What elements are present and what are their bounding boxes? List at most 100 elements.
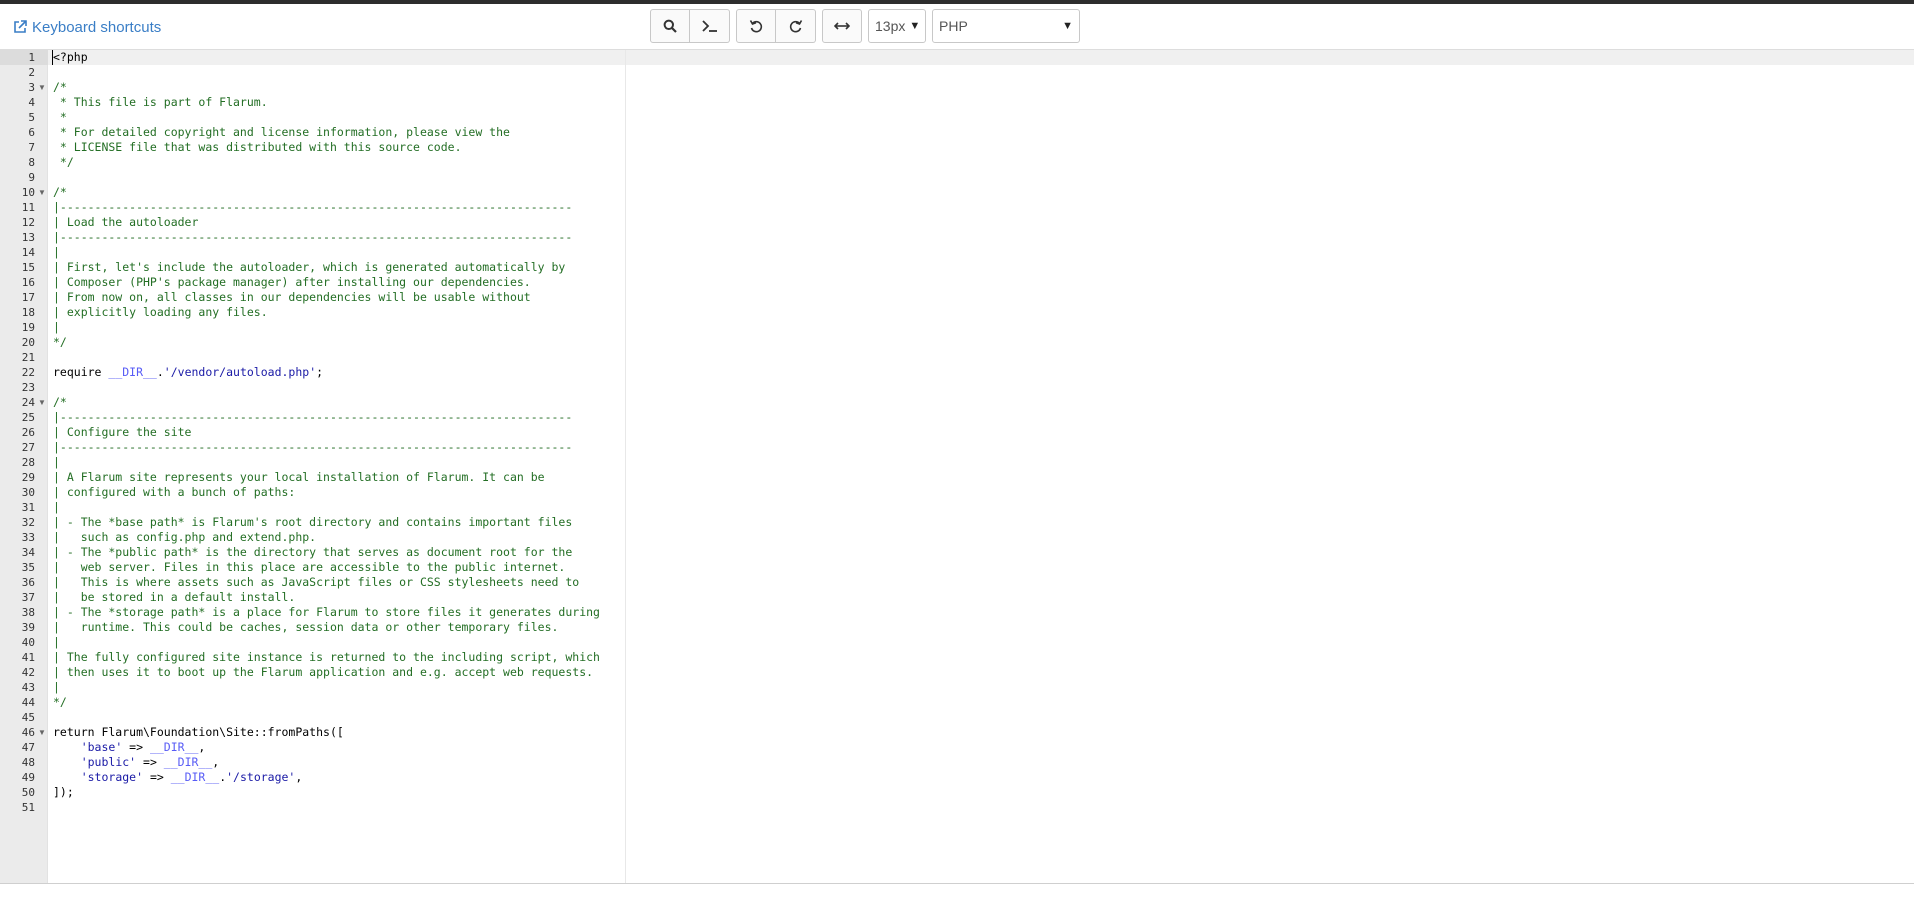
line-number: 18 [21, 306, 35, 319]
code-token: | - The *base path* is Flarum's root dir… [53, 515, 573, 529]
code-line: 27 |-------------------------------------… [0, 440, 1914, 455]
code-token: * LICENSE file that was distributed with… [53, 140, 462, 154]
code-line: 23 [0, 380, 1914, 395]
line-number: 21 [21, 351, 35, 364]
line-number: 24 [21, 396, 35, 409]
code-token: . [156, 365, 164, 379]
code-line: 3 ▼ /* [0, 80, 1914, 95]
line-code: |---------------------------------------… [53, 200, 572, 215]
fold-toggle-icon[interactable]: ▼ [38, 80, 46, 95]
code-line: 16 | Composer (PHP's package manager) aft… [0, 275, 1914, 290]
code-line: 2 [0, 65, 1914, 80]
line-number: 15 [21, 261, 35, 274]
code-line: 30 | configured with a bunch of paths: [0, 485, 1914, 500]
line-number: 51 [21, 801, 35, 814]
code-line: 48 'public' => __DIR__, [0, 755, 1914, 770]
line-number: 22 [21, 366, 35, 379]
line-code: * LICENSE file that was distributed with… [53, 140, 462, 155]
code-line: 18 | explicitly loading any files. [0, 305, 1914, 320]
code-token: * [53, 110, 67, 124]
redo-button[interactable] [776, 9, 816, 43]
fold-toggle-icon[interactable]: ▼ [38, 725, 46, 740]
line-code: | [53, 320, 60, 335]
line-number: 37 [21, 591, 35, 604]
code-line: 5 * [0, 110, 1914, 125]
code-token: | web server. Files in this place are ac… [53, 560, 566, 574]
code-line: 4 * This file is part of Flarum. [0, 95, 1914, 110]
fold-toggle-icon[interactable]: ▼ [38, 185, 46, 200]
line-number: 3 [28, 81, 35, 94]
line-number: 36 [21, 576, 35, 589]
code-token: |---------------------------------------… [53, 200, 573, 214]
code-token: /* [53, 395, 67, 409]
line-code: | [53, 455, 60, 470]
code-line: 49 'storage' => __DIR__.'/storage', [0, 770, 1914, 785]
toggle-wrap-button[interactable] [822, 9, 862, 43]
chevron-down-icon: ▼ [909, 20, 921, 32]
line-code: require __DIR__.'/vendor/autoload.php'; [53, 365, 323, 380]
line-code: | - The *storage path* is a place for Fl… [53, 605, 600, 620]
font-size-select[interactable]: 13px ▼ [868, 9, 926, 43]
line-code: | Composer (PHP's package manager) after… [53, 275, 531, 290]
line-number: 29 [21, 471, 35, 484]
line-number: 31 [21, 501, 35, 514]
line-number: 48 [21, 756, 35, 769]
code-token: | - The *public path* is the directory t… [53, 545, 573, 559]
code-line: 7 * LICENSE file that was distributed wi… [0, 140, 1914, 155]
code-line: 42 | then uses it to boot up the Flarum a… [0, 665, 1914, 680]
code-token: <?php [53, 50, 88, 64]
line-number: 13 [21, 231, 35, 244]
code-line: 36 | This is where assets such as JavaScr… [0, 575, 1914, 590]
code-line: 25 |-------------------------------------… [0, 410, 1914, 425]
line-code: | - The *public path* is the directory t… [53, 545, 572, 560]
line-number: 10 [21, 186, 35, 199]
command-palette-button[interactable] [690, 9, 730, 43]
code-token: => [143, 770, 171, 784]
chevron-down-icon: ▼ [1062, 20, 1073, 32]
line-number: 27 [21, 441, 35, 454]
code-token: , [212, 755, 220, 769]
line-code: /* [53, 395, 67, 410]
search-button[interactable] [650, 9, 690, 43]
line-number: 44 [21, 696, 35, 709]
language-value: PHP [939, 18, 968, 34]
font-size-value: 13px [875, 18, 906, 34]
line-number: 2 [28, 66, 35, 79]
code-token: |---------------------------------------… [53, 410, 573, 424]
fold-toggle-icon[interactable]: ▼ [38, 395, 46, 410]
language-select[interactable]: PHP ▼ [932, 9, 1080, 43]
line-code: * For detailed copyright and license inf… [53, 125, 510, 140]
line-number: 25 [21, 411, 35, 424]
line-number: 16 [21, 276, 35, 289]
code-line: 14 | [0, 245, 1914, 260]
line-code: * This file is part of Flarum. [53, 95, 268, 110]
code-token: */ [53, 155, 74, 169]
code-token: */ [53, 335, 67, 349]
line-code: | web server. Files in this place are ac… [53, 560, 565, 575]
undo-button[interactable] [736, 9, 776, 43]
line-number: 20 [21, 336, 35, 349]
code-line: 35 | web server. Files in this place are … [0, 560, 1914, 575]
code-line: 1 <?php [0, 50, 1914, 65]
line-code: |---------------------------------------… [53, 440, 572, 455]
code-token: | [53, 635, 60, 649]
code-line: 26 | Configure the site [0, 425, 1914, 440]
line-code: | then uses it to boot up the Flarum app… [53, 665, 593, 680]
code-editor[interactable]: 1 <?php 2 3 ▼/* 4 * This file is part of Flar… [0, 49, 1914, 884]
code-line: 41 | The fully configured site instance i… [0, 650, 1914, 665]
editor-toolbar: 13px ▼ PHP ▼ [650, 9, 1086, 43]
code-line: 21 [0, 350, 1914, 365]
code-token: | explicitly loading any files. [53, 305, 268, 319]
terminal-icon [701, 20, 717, 32]
code-line: 13 |-------------------------------------… [0, 230, 1914, 245]
line-code: | configured with a bunch of paths: [53, 485, 295, 500]
code-line: 20 */ [0, 335, 1914, 350]
code-token: | runtime. This could be caches, session… [53, 620, 559, 634]
code-line: 43 | [0, 680, 1914, 695]
line-code: | This is where assets such as JavaScrip… [53, 575, 579, 590]
line-number: 40 [21, 636, 35, 649]
keyboard-shortcuts-link[interactable]: Keyboard shortcuts [13, 17, 161, 37]
code-token: | First, let's include the autoloader, w… [53, 260, 566, 274]
line-number: 30 [21, 486, 35, 499]
